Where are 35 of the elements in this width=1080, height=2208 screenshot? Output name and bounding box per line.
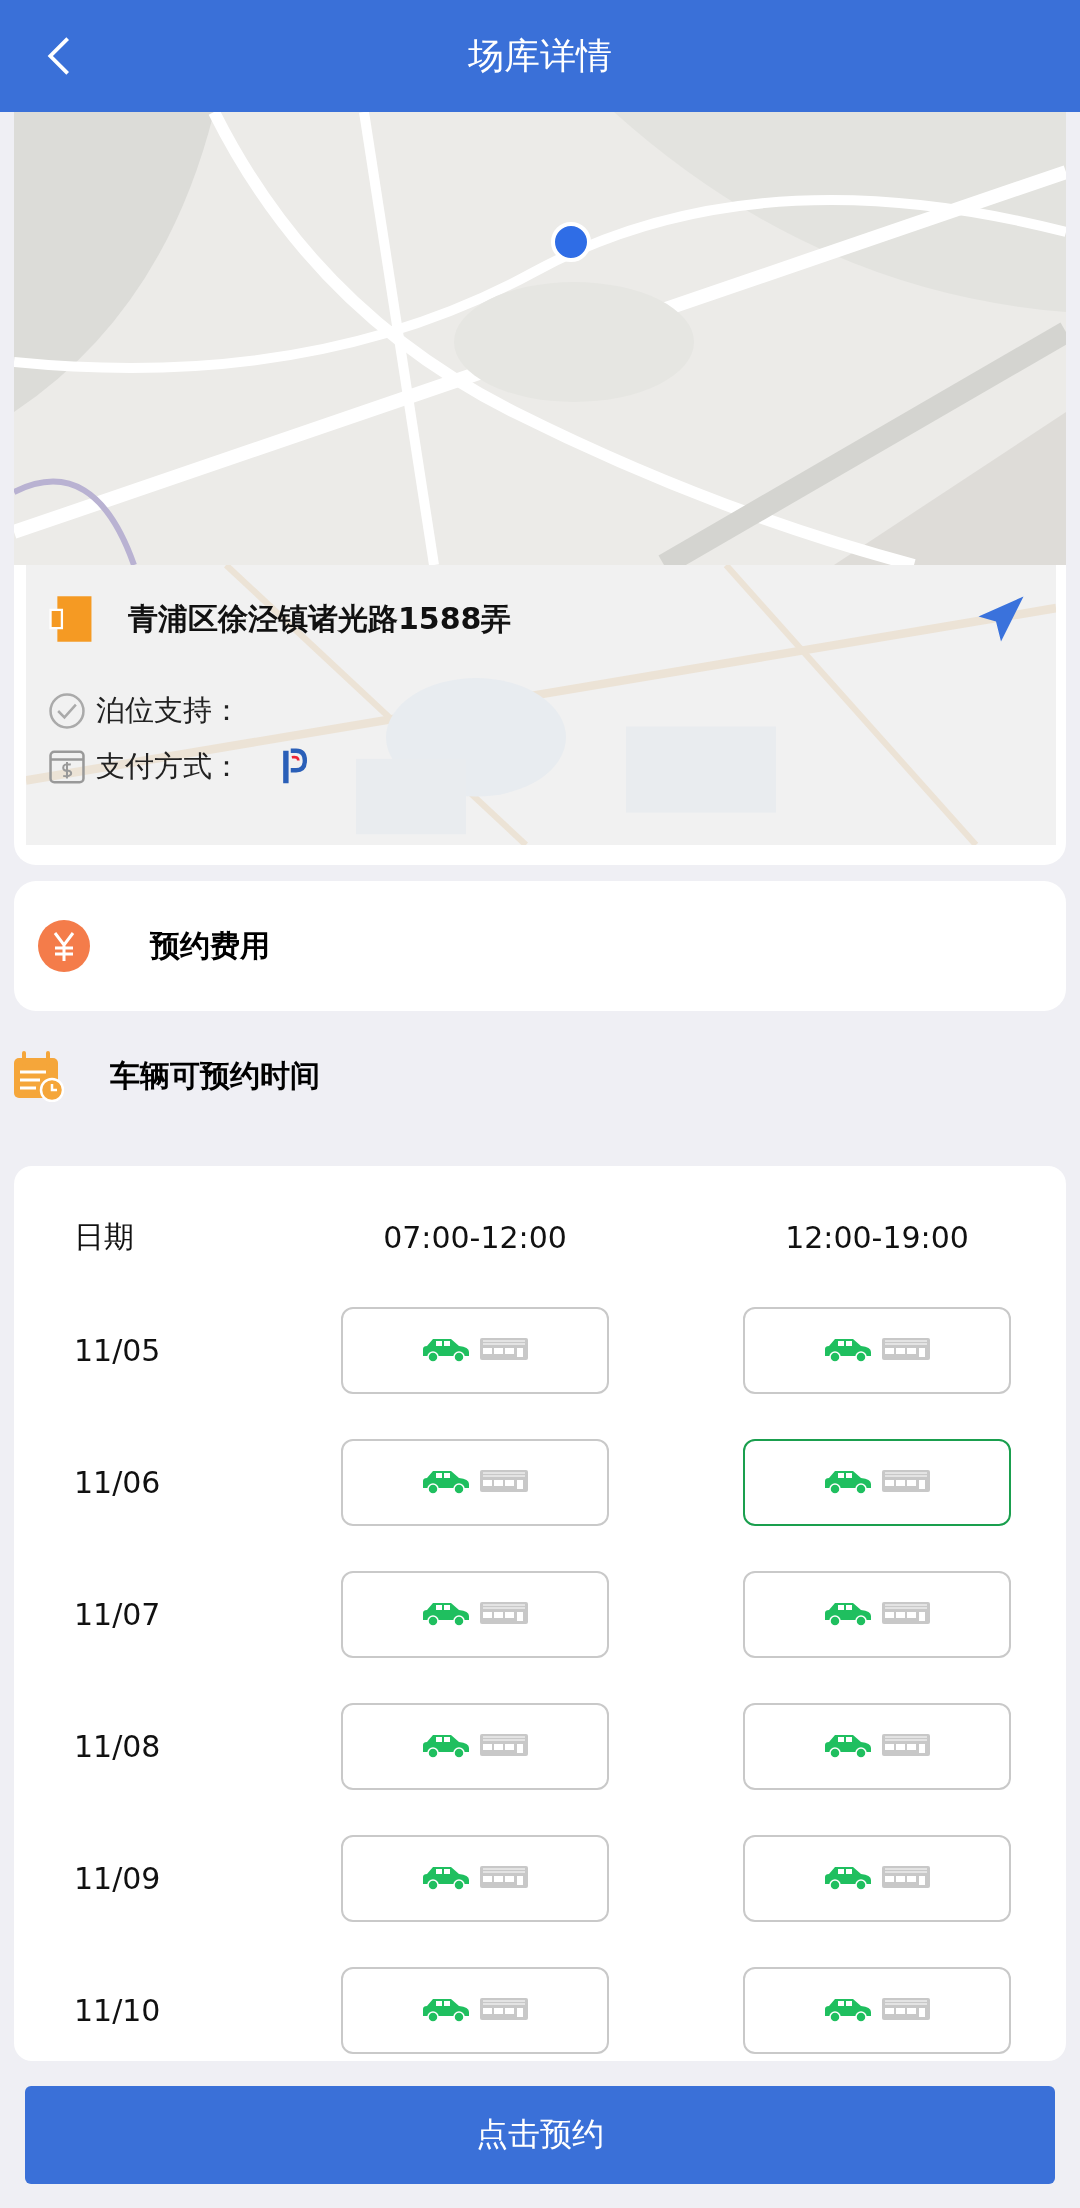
column-header: 07:00-12:00 xyxy=(383,1219,567,1255)
page-title: 场库详情 xyxy=(468,33,612,78)
book-button[interactable]: 点击预约 xyxy=(25,2086,1055,2184)
column-header: 12:00-19:00 xyxy=(785,1219,969,1255)
time-slot[interactable] xyxy=(743,1966,1011,2054)
date-cell-text: 11/06 xyxy=(73,1464,161,1500)
date-cell-text: 11/08 xyxy=(73,1728,161,1764)
fee-card[interactable]: 预约费用 xyxy=(14,881,1066,1011)
fee-label: 预约费用 xyxy=(150,926,270,965)
feature-label: 泊位支持： xyxy=(96,692,241,729)
time-slot[interactable] xyxy=(341,1438,609,1526)
date-cell-text: 11/09 xyxy=(73,1860,161,1896)
time-slot[interactable] xyxy=(341,1966,609,2054)
payment-icon xyxy=(48,748,86,786)
time-slot[interactable] xyxy=(743,1306,1011,1394)
section-title: 车辆可预约时间 xyxy=(110,1056,320,1095)
send-icon[interactable] xyxy=(976,594,1026,644)
time-slot[interactable] xyxy=(743,1834,1011,1922)
calendar-clock-icon xyxy=(12,1050,64,1102)
address-text: 青浦区徐泾镇诸光路1588弄 xyxy=(128,599,513,638)
time-slot[interactable] xyxy=(341,1702,609,1790)
time-slot[interactable] xyxy=(341,1306,609,1394)
door-icon xyxy=(48,594,94,644)
check-circle-icon xyxy=(48,692,86,730)
date-cell-text: 11/10 xyxy=(73,1992,161,2028)
time-slot[interactable] xyxy=(743,1570,1011,1658)
time-slot[interactable] xyxy=(743,1702,1011,1790)
date-cell-text: 11/07 xyxy=(73,1596,161,1632)
feature-label: 支付方式： xyxy=(96,748,241,785)
time-slot[interactable] xyxy=(341,1834,609,1922)
date-cell-text: 11/05 xyxy=(73,1332,161,1368)
time-slot[interactable] xyxy=(743,1438,1011,1526)
yuan-icon xyxy=(38,920,90,972)
column-header: 日期 xyxy=(73,1217,134,1256)
time-slot[interactable] xyxy=(341,1570,609,1658)
